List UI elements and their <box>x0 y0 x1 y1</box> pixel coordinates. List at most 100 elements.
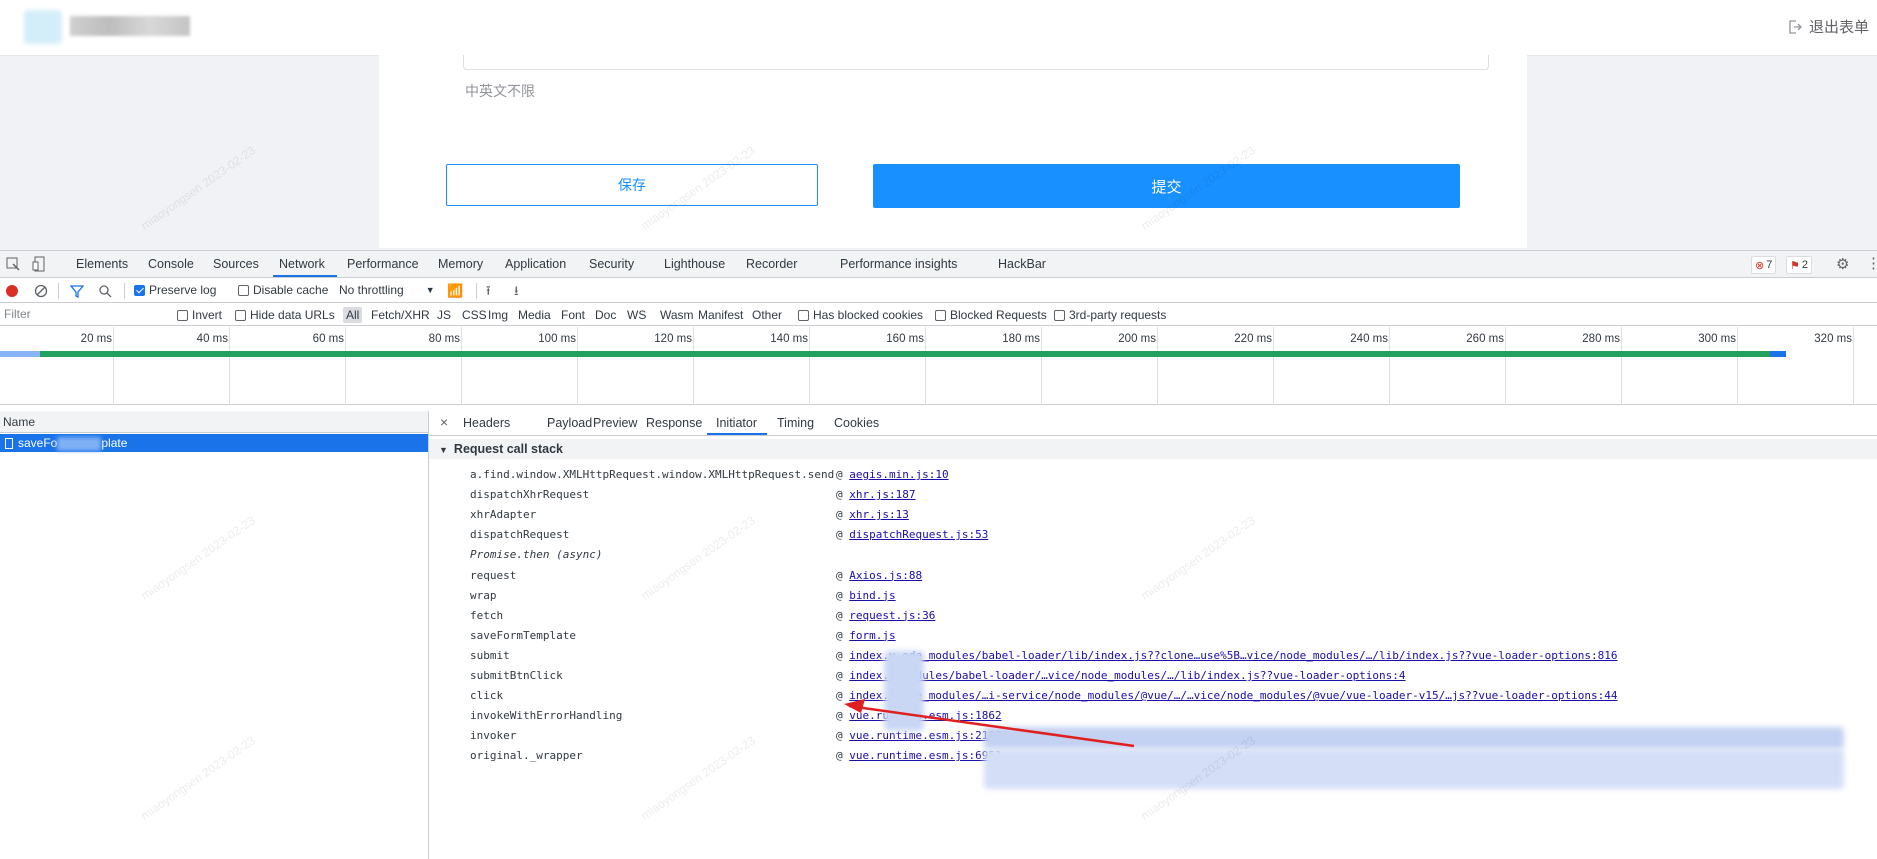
filter-type-all[interactable]: All <box>343 307 363 323</box>
third-party-label: 3rd-party requests <box>1069 308 1167 322</box>
blocked-requests-checkbox[interactable]: Blocked Requests <box>935 308 1047 322</box>
stack-frame-source[interactable]: @ index.v…ode_modules/babel-loader/lib/i… <box>836 649 1617 662</box>
stack-frame-function: invoker <box>470 729 517 743</box>
hide-data-urls-checkbox[interactable]: Hide data URLs <box>235 308 335 322</box>
app-logo[interactable] <box>24 10 192 44</box>
clear-icon[interactable] <box>34 284 48 298</box>
preserve-log-checkbox[interactable]: Preserve log <box>134 283 216 297</box>
stack-frame-source[interactable]: @ aegis.min.js:10 <box>836 468 949 481</box>
filter-type-img[interactable]: Img <box>488 308 508 322</box>
filter-type-fetch-xhr[interactable]: Fetch/XHR <box>371 308 430 322</box>
timeline-tick: 100 ms <box>538 333 576 345</box>
request-call-stack-header[interactable]: ▼ Request call stack <box>429 439 1877 459</box>
detail-tab-response[interactable]: Response <box>646 416 702 430</box>
detail-tab-initiator[interactable]: Initiator <box>716 416 757 430</box>
source-link[interactable]: request.js:36 <box>849 609 935 622</box>
filter-type-media[interactable]: Media <box>518 308 551 322</box>
source-link[interactable]: dispatchRequest.js:53 <box>849 528 988 541</box>
name-column-header[interactable]: Name <box>0 411 428 433</box>
timeline-tick: 160 ms <box>886 333 924 345</box>
stack-frame-source[interactable]: @ xhr.js:13 <box>836 508 909 521</box>
timeline-gridline <box>1505 327 1506 405</box>
timeline-gridline <box>345 327 346 405</box>
exit-form-button[interactable]: 退出表单 <box>1787 16 1869 37</box>
filter-input[interactable]: Filter <box>4 307 162 323</box>
tab-performance-insights[interactable]: Performance insights <box>840 257 957 271</box>
stack-frame-source[interactable]: @ request.js:36 <box>836 609 935 622</box>
devtools-tabbar: Elements Console Sources Network Performance… <box>0 251 1877 278</box>
stack-frame-function: submitBtnClick <box>470 669 563 682</box>
timeline-bar <box>40 351 1786 357</box>
filter-type-manifest[interactable]: Manifest <box>698 308 743 322</box>
tab-lighthouse[interactable]: Lighthouse <box>664 257 725 271</box>
close-icon[interactable]: × <box>440 414 448 430</box>
network-conditions-icon[interactable]: 📶 <box>447 283 463 299</box>
exit-label: 退出表单 <box>1808 19 1869 36</box>
issue-badge[interactable]: ⚑ 2 <box>1786 256 1812 274</box>
timeline-bar-download <box>1770 351 1786 357</box>
stack-frame-source[interactable]: @ dispatchRequest.js:53 <box>836 528 988 541</box>
filter-icon[interactable] <box>70 284 84 298</box>
at-sign: @ <box>836 608 850 622</box>
tab-application[interactable]: Application <box>505 257 566 271</box>
filter-type-ws[interactable]: WS <box>627 308 646 322</box>
timeline-bar-queue <box>0 351 40 357</box>
disable-cache-checkbox[interactable]: Disable cache <box>238 283 328 297</box>
save-button[interactable]: 保存 <box>446 164 818 206</box>
detail-tab-headers[interactable]: Headers <box>463 416 510 430</box>
source-link[interactable]: aegis.min.js:10 <box>849 468 948 481</box>
throttling-select[interactable]: No throttling ▼ <box>339 283 435 297</box>
import-har-icon[interactable]: ⭱ <box>486 282 491 304</box>
has-blocked-cookies-checkbox[interactable]: Has blocked cookies <box>798 308 923 322</box>
stack-frame-source[interactable]: @ bind.js <box>836 589 896 602</box>
filter-type-font[interactable]: Font <box>561 308 585 322</box>
tab-memory[interactable]: Memory <box>438 257 483 271</box>
source-link[interactable]: index.v…ode_modules/babel-loader/lib/ind… <box>849 649 1617 662</box>
detail-tab-cookies[interactable]: Cookies <box>834 416 879 430</box>
export-har-icon[interactable]: ⭳ <box>514 282 519 304</box>
settings-gear-icon[interactable]: ⚙ <box>1836 255 1849 273</box>
submit-button[interactable]: 提交 <box>873 164 1460 208</box>
filter-type-wasm[interactable]: Wasm <box>660 308 694 322</box>
source-link[interactable]: form.js <box>849 629 895 642</box>
stack-frame-source[interactable]: @ form.js <box>836 629 896 642</box>
timeline-tick: 80 ms <box>428 333 460 345</box>
tab-performance[interactable]: Performance <box>347 257 419 271</box>
detail-tab-preview[interactable]: Preview <box>593 416 637 430</box>
source-link[interactable]: bind.js <box>849 589 895 602</box>
filter-type-js[interactable]: JS <box>437 308 451 322</box>
source-link[interactable]: xhr.js:187 <box>849 488 915 501</box>
stack-frame-source[interactable]: @ xhr.js:187 <box>836 488 915 501</box>
filter-type-doc[interactable]: Doc <box>595 308 616 322</box>
tab-security[interactable]: Security <box>589 257 634 271</box>
network-timeline[interactable]: 20 ms 40 ms 60 ms 80 ms 100 ms 120 ms 140 ms 16… <box>0 327 1877 405</box>
detail-tab-timing[interactable]: Timing <box>777 416 814 430</box>
timeline-gridline <box>229 327 230 405</box>
stack-frame-source[interactable]: @ vue.runtime.esm.js:6951 <box>836 749 1002 762</box>
error-badge[interactable]: ⊗ 7 <box>1751 256 1777 274</box>
more-options-icon[interactable]: ⋮ <box>1866 254 1877 272</box>
stack-title: Request call stack <box>453 442 564 456</box>
tab-elements[interactable]: Elements <box>76 257 128 271</box>
tab-sources[interactable]: Sources <box>213 257 259 271</box>
source-link[interactable]: Axios.js:88 <box>849 569 922 582</box>
input-hint: 中英文不限 <box>465 83 535 99</box>
invert-checkbox[interactable]: Invert <box>177 308 222 322</box>
filter-type-other[interactable]: Other <box>752 308 782 322</box>
third-party-checkbox[interactable]: 3rd-party requests <box>1054 308 1166 322</box>
record-icon[interactable] <box>6 285 18 297</box>
request-row[interactable]: saveFo plate <box>0 434 428 452</box>
search-icon[interactable] <box>98 284 112 298</box>
source-link[interactable]: vue.runtime.esm.js:6951 <box>849 749 1001 762</box>
detail-tab-payload[interactable]: Payload <box>547 416 592 430</box>
stack-frame-source[interactable]: @ Axios.js:88 <box>836 569 922 582</box>
source-link[interactable]: xhr.js:13 <box>849 508 909 521</box>
device-toolbar-icon[interactable] <box>32 256 46 272</box>
tab-network[interactable]: Network <box>279 257 325 271</box>
tab-console[interactable]: Console <box>148 257 194 271</box>
inspect-element-icon[interactable] <box>6 257 20 271</box>
tab-hackbar[interactable]: HackBar <box>998 257 1046 271</box>
tab-recorder[interactable]: Recorder <box>746 257 797 271</box>
filter-type-css[interactable]: CSS <box>462 308 487 322</box>
text-input[interactable] <box>463 55 1489 70</box>
